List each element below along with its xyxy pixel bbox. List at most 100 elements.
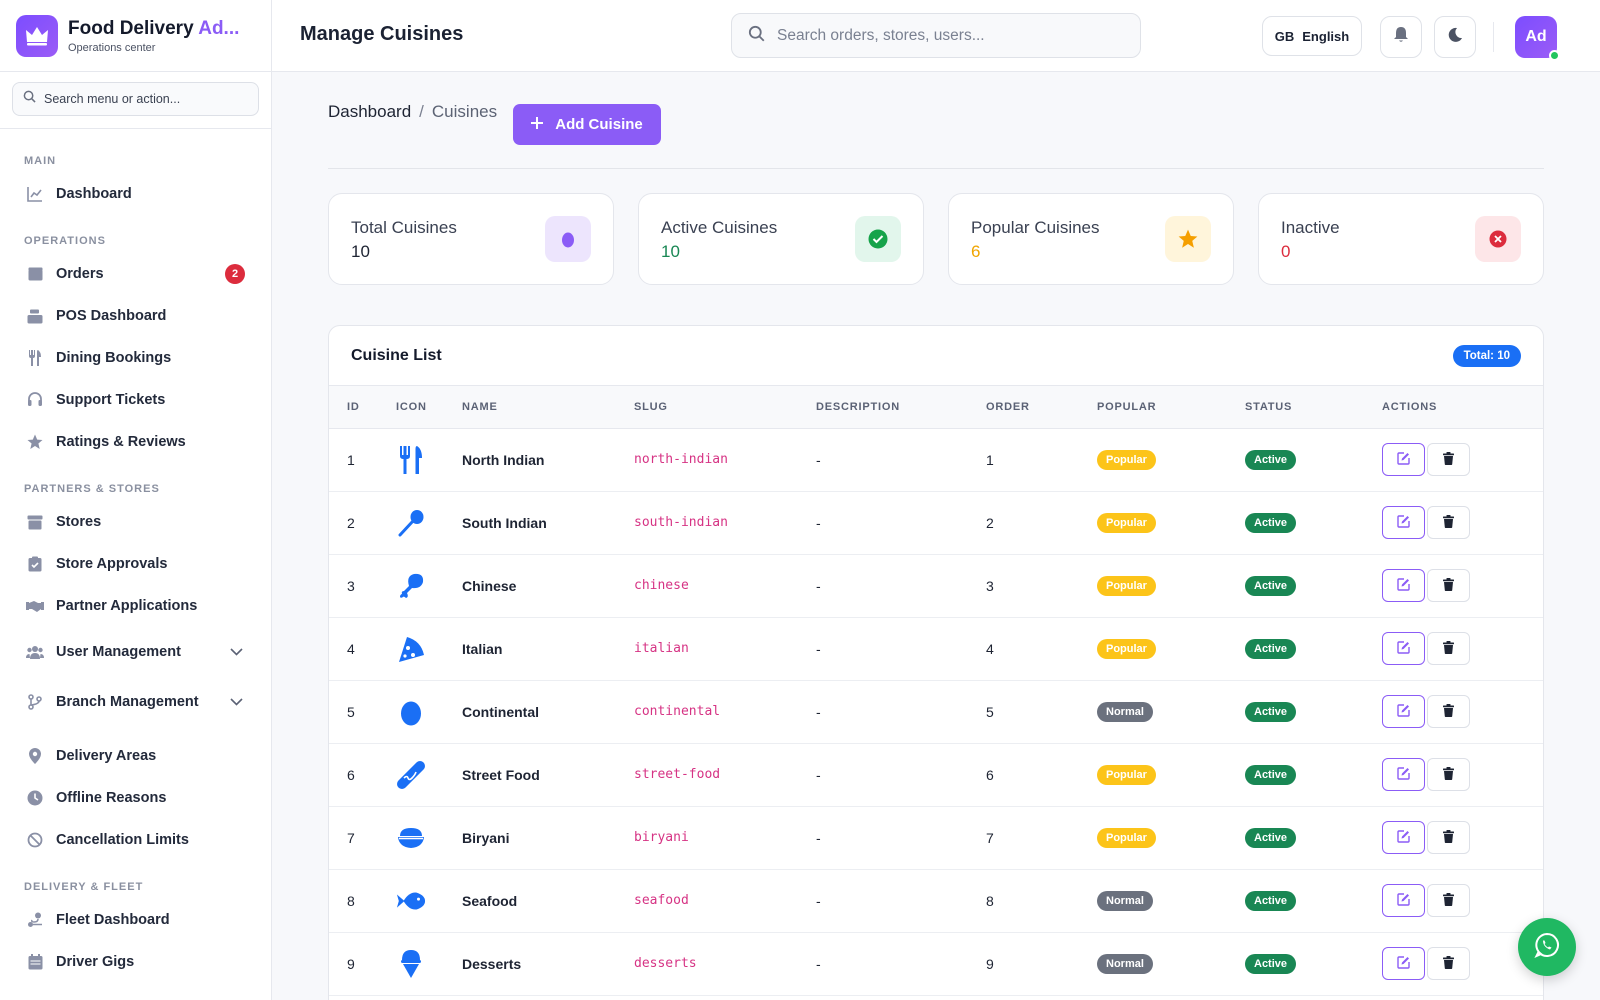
- trash-icon: [1443, 955, 1454, 972]
- cell-description: -: [816, 617, 986, 681]
- brand-subtitle: Operations center: [68, 41, 156, 54]
- col-icon: ICON: [396, 386, 462, 429]
- delete-button[interactable]: [1427, 695, 1470, 728]
- sidebar-search[interactable]: [12, 82, 259, 116]
- cell-description: -: [816, 932, 986, 996]
- col-popular: POPULAR: [1097, 386, 1245, 429]
- sidebar-item-dashboard[interactable]: Dashboard: [0, 173, 271, 215]
- sidebar-item-branch-management[interactable]: Branch Management: [0, 677, 271, 727]
- sidebar-item-driver-gigs[interactable]: Driver Gigs: [0, 941, 271, 983]
- sidebar-item-stores[interactable]: Stores: [0, 501, 271, 543]
- table-row: 5 Continental continental -5 Normal Active: [329, 680, 1543, 744]
- cell-popular: Popular: [1097, 554, 1245, 618]
- delete-button[interactable]: [1427, 443, 1470, 476]
- sidebar-item-partner-applications[interactable]: Partner Applications: [0, 585, 271, 627]
- whatsapp-button[interactable]: [1518, 918, 1576, 976]
- stat-value: 10: [661, 242, 680, 261]
- card-title: Cuisine List: [351, 346, 442, 364]
- clock-icon: [26, 789, 44, 807]
- sidebar-search-input[interactable]: [44, 92, 234, 106]
- edit-button[interactable]: [1382, 506, 1425, 539]
- add-cuisine-button[interactable]: Add Cuisine: [513, 104, 661, 145]
- check-circle-icon: [855, 216, 901, 262]
- edit-button[interactable]: [1382, 758, 1425, 791]
- sidebar-item-store-approvals[interactable]: Store Approvals: [0, 543, 271, 585]
- nav-section-operations: OPERATIONS: [24, 235, 106, 247]
- total-badge: Total: 10: [1452, 344, 1521, 367]
- clipboard-check-icon: [26, 555, 44, 573]
- cell-slug: seafood: [634, 869, 816, 933]
- cell-id: 2: [329, 491, 396, 555]
- sidebar-item-cancellation-limits[interactable]: Cancellation Limits: [0, 819, 271, 861]
- edit-button[interactable]: [1382, 695, 1425, 728]
- delete-button[interactable]: [1427, 632, 1470, 665]
- edit-icon: [1397, 577, 1410, 594]
- popular-badge: Normal: [1097, 890, 1153, 911]
- delete-button[interactable]: [1427, 569, 1470, 602]
- sidebar-item-dining[interactable]: Dining Bookings: [0, 337, 271, 379]
- col-description: DESCRIPTION: [816, 386, 986, 429]
- delete-button[interactable]: [1427, 821, 1470, 854]
- nav-section-partners: PARTNERS & STORES: [24, 483, 160, 495]
- toolbar-divider: [1493, 22, 1494, 52]
- cell-id: 6: [329, 743, 396, 807]
- col-slug: SLUG: [634, 386, 816, 429]
- cell-slug: north-indian: [634, 428, 816, 492]
- status-badge: Active: [1245, 764, 1297, 785]
- stat-label: Popular Cuisines: [971, 218, 1100, 237]
- cell-popular: Popular: [1097, 806, 1245, 870]
- cell-popular: Popular: [1097, 428, 1245, 492]
- cell-icon: [396, 680, 462, 744]
- drumstick-icon: [396, 571, 426, 601]
- global-search[interactable]: [731, 13, 1141, 58]
- cell-id: 4: [329, 617, 396, 681]
- page-title: Manage Cuisines: [300, 23, 464, 45]
- cell-id: 8: [329, 869, 396, 933]
- cell-slug: continental: [634, 680, 816, 744]
- col-actions: ACTIONS: [1382, 386, 1543, 429]
- edit-button[interactable]: [1382, 947, 1425, 980]
- chart-line-icon: [26, 185, 44, 203]
- table-row: 1 North Indian north-indian -1 Popular Active: [329, 428, 1543, 492]
- notifications-button[interactable]: [1380, 16, 1422, 58]
- sidebar-item-label: Partner Applications: [56, 598, 198, 614]
- edit-button[interactable]: [1382, 884, 1425, 917]
- sidebar-item-orders[interactable]: Orders 2: [0, 253, 271, 295]
- avatar[interactable]: Ad: [1515, 16, 1560, 61]
- cell-name: Seafood: [462, 869, 634, 933]
- theme-toggle-button[interactable]: [1434, 16, 1476, 58]
- cell-popular: Popular: [1097, 491, 1245, 555]
- delete-button[interactable]: [1427, 884, 1470, 917]
- sidebar-item-offline-reasons[interactable]: Offline Reasons: [0, 777, 271, 819]
- delete-button[interactable]: [1427, 947, 1470, 980]
- sidebar-item-ratings[interactable]: Ratings & Reviews: [0, 421, 271, 463]
- ice-cream-icon: [396, 949, 426, 979]
- popular-badge: Normal: [1097, 953, 1153, 974]
- global-search-input[interactable]: [777, 26, 1117, 45]
- sidebar-item-delivery-areas[interactable]: Delivery Areas: [0, 735, 271, 777]
- edit-icon: [1397, 829, 1410, 846]
- language-selector[interactable]: GB English: [1262, 16, 1362, 56]
- breadcrumb-dashboard[interactable]: Dashboard: [328, 102, 411, 122]
- delete-button[interactable]: [1427, 758, 1470, 791]
- cell-actions: [1382, 428, 1543, 492]
- search-icon: [23, 90, 36, 108]
- sidebar-item-user-management[interactable]: User Management: [0, 627, 271, 677]
- sidebar-item-support[interactable]: Support Tickets: [0, 379, 271, 421]
- cell-name: Desserts: [462, 932, 634, 996]
- edit-button[interactable]: [1382, 821, 1425, 854]
- box-icon: [26, 265, 44, 283]
- sidebar-item-fleet-dashboard[interactable]: Fleet Dashboard: [0, 899, 271, 941]
- edit-button[interactable]: [1382, 443, 1425, 476]
- edit-button[interactable]: [1382, 569, 1425, 602]
- sidebar-item-label: Cancellation Limits: [56, 832, 189, 848]
- moon-icon: [1447, 27, 1463, 48]
- edit-button[interactable]: [1382, 632, 1425, 665]
- main-content: Dashboard / Cuisines Add Cuisine Total C…: [272, 72, 1600, 1000]
- delete-button[interactable]: [1427, 506, 1470, 539]
- table-row: 2 South Indian south-indian -2 Popular Active: [329, 491, 1543, 555]
- trash-icon: [1443, 703, 1454, 720]
- stat-card-total: Total Cuisines 10: [328, 193, 614, 285]
- chevron-down-icon: [230, 644, 243, 660]
- sidebar-item-pos[interactable]: POS Dashboard: [0, 295, 271, 337]
